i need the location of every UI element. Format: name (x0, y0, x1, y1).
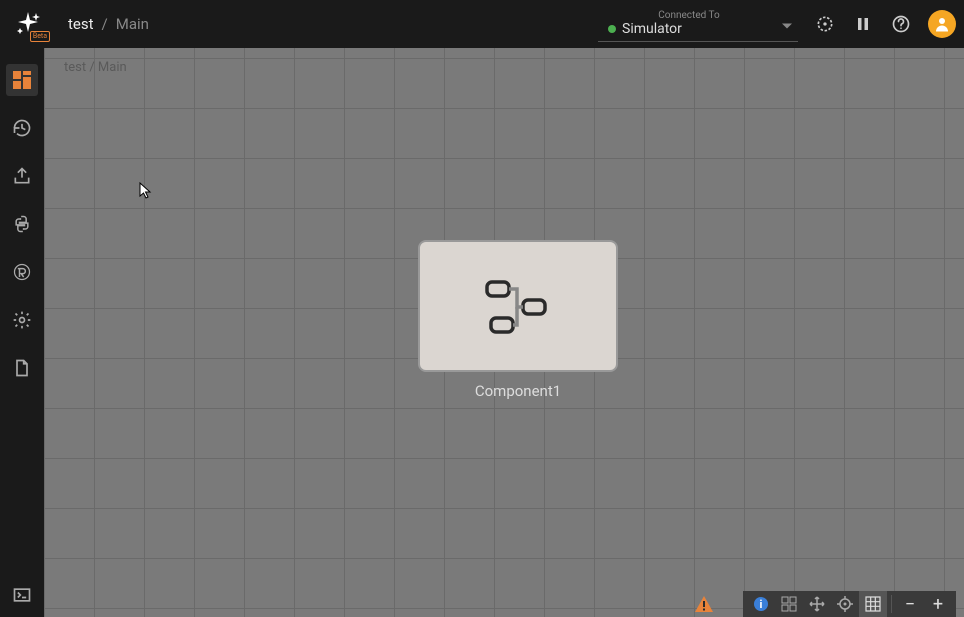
component-node[interactable]: Component1 (418, 240, 618, 400)
move-button[interactable] (803, 591, 831, 617)
header-right: Connected To Simulator (598, 6, 956, 42)
grid-icon (865, 596, 881, 612)
user-avatar[interactable] (928, 10, 956, 38)
zoom-in-button[interactable]: + (924, 591, 952, 617)
canvas-breadcrumb: test / Main (64, 60, 127, 75)
sidebar-bottom (0, 579, 44, 611)
breadcrumb-page[interactable]: Main (116, 15, 149, 33)
plus-icon: + (933, 594, 943, 615)
move-icon (809, 596, 825, 612)
breadcrumb: test / Main (68, 15, 149, 33)
layout-button[interactable] (775, 591, 803, 617)
app-logo[interactable]: Beta (8, 4, 48, 44)
sidebar-item-export[interactable] (6, 160, 38, 192)
status-dot-icon (608, 25, 616, 33)
gear-icon (12, 310, 32, 330)
warning-icon (694, 595, 714, 613)
info-button[interactable]: i (747, 591, 775, 617)
export-icon (12, 166, 32, 186)
minus-icon: − (905, 594, 915, 615)
grid-button[interactable] (859, 591, 887, 617)
history-icon (12, 118, 32, 138)
connection-selector[interactable]: Connected To Simulator (598, 6, 798, 42)
sidebar-item-terminal[interactable] (6, 579, 38, 611)
sidebar-item-settings[interactable] (6, 304, 38, 336)
target-button[interactable] (814, 13, 836, 35)
connection-value: Simulator (608, 21, 770, 37)
component-diagram-icon (483, 274, 553, 338)
connection-label: Connected To (608, 10, 770, 21)
sidebar (0, 48, 44, 617)
warning-indicator[interactable] (694, 595, 714, 617)
crosshair-icon (837, 596, 853, 612)
pause-button[interactable] (852, 13, 874, 35)
component-box[interactable] (418, 240, 618, 372)
canvas[interactable]: test / Main Component1 i (44, 48, 964, 617)
help-button[interactable] (890, 13, 912, 35)
user-icon (933, 15, 951, 33)
terminal-icon (12, 585, 32, 605)
zoom-out-button[interactable]: − (896, 591, 924, 617)
sidebar-item-history[interactable] (6, 112, 38, 144)
sidebar-item-python[interactable] (6, 208, 38, 240)
breadcrumb-project[interactable]: test (68, 15, 94, 33)
layout-icon (781, 596, 797, 612)
beta-badge: Beta (30, 31, 50, 42)
info-icon: i (754, 597, 768, 611)
breadcrumb-separator: / (102, 15, 108, 33)
sidebar-item-dashboard[interactable] (6, 64, 38, 96)
dashboard-icon (12, 70, 32, 90)
crosshair-button[interactable] (831, 591, 859, 617)
canvas-toolbar: i (743, 591, 956, 617)
connection-target: Simulator (622, 21, 682, 37)
help-icon (891, 14, 911, 34)
chevron-down-icon (782, 14, 792, 33)
sidebar-item-file[interactable] (6, 352, 38, 384)
component-label: Component1 (418, 382, 618, 400)
sidebar-item-rust[interactable] (6, 256, 38, 288)
python-icon (12, 214, 32, 234)
file-icon (12, 358, 32, 378)
pause-icon (855, 16, 871, 32)
app-header: Beta test / Main Connected To Simulator (0, 0, 964, 48)
toolbar-separator (891, 595, 892, 613)
target-icon (815, 14, 835, 34)
rust-icon (12, 262, 32, 282)
